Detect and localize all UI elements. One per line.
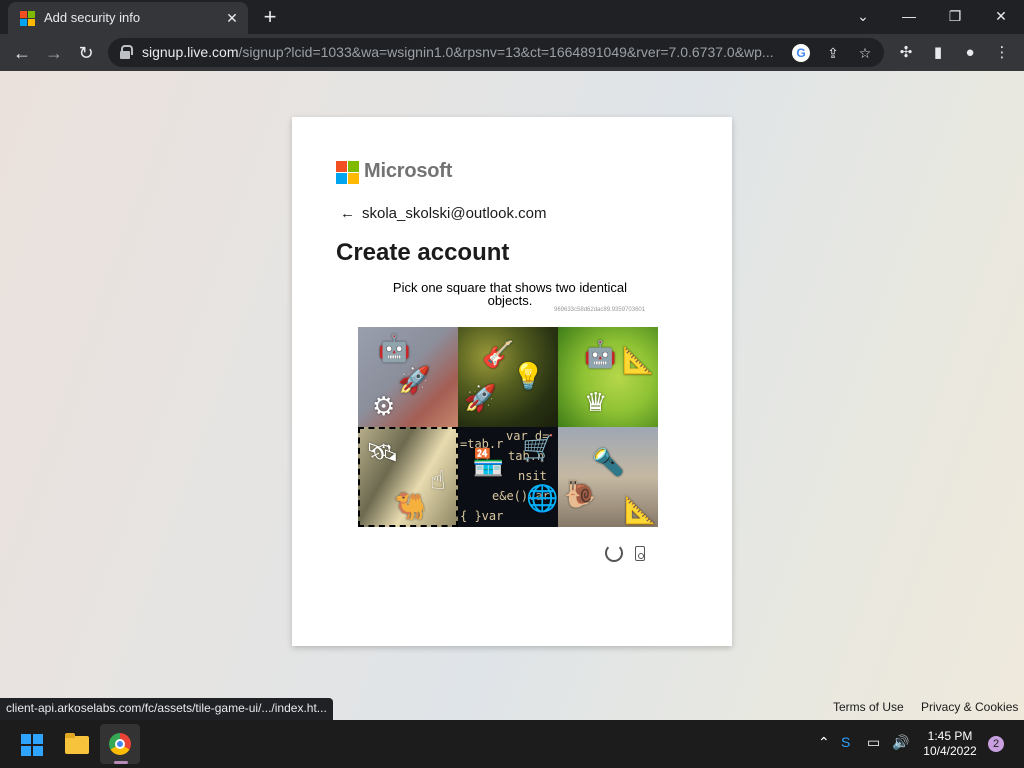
bulb-icon: 💡 [512, 361, 545, 391]
robot-icon: 🤖 [378, 333, 411, 363]
windows-logo-icon [21, 734, 43, 756]
skype-icon[interactable]: S [841, 734, 850, 750]
url-text[interactable]: signup.live.com/signup?lcid=1033&wa=wsig… [142, 44, 782, 60]
network-icon[interactable]: ▭ [867, 734, 880, 751]
captcha-tile-2[interactable]: 🎸 💡 🚀 [458, 327, 558, 427]
tab-title: Add security info [44, 10, 141, 25]
hand-icon: ☝ [430, 465, 446, 495]
privacy-link[interactable]: Privacy & Cookies [921, 700, 1018, 714]
volume-icon[interactable]: 🔊 [892, 734, 909, 751]
start-button[interactable] [12, 724, 52, 764]
robot-icon: 🤖 [584, 339, 617, 369]
address-bar[interactable]: signup.live.com/signup?lcid=1033&wa=wsig… [108, 38, 884, 67]
captcha-grid: 🤖 🚀 ⚙ 🎸 💡 🚀 🤖 📐 ♛ 🛰 🐫 ☝ var d= tab.n nsi… [358, 327, 658, 527]
identity-email: skola_skolski@outlook.com [362, 205, 547, 222]
globe-icon: 🌐 [526, 483, 558, 513]
refresh-icon[interactable] [605, 544, 623, 562]
share-icon[interactable]: ⇪ [822, 42, 844, 64]
guitar-icon: 🎸 [482, 339, 515, 369]
captcha-tile-4[interactable]: 🛰 🐫 ☝ [358, 427, 458, 527]
captcha-tile-6[interactable]: 🔦 🐌 📐 [558, 427, 658, 527]
ruler-icon: 📐 [624, 495, 657, 525]
chrome-taskbar-button[interactable] [100, 724, 140, 764]
microsoft-favicon-icon [20, 11, 35, 26]
gear-icon: ⚙ [372, 391, 396, 421]
rocket-icon: 🚀 [398, 365, 431, 395]
crown-icon: ♛ [584, 387, 608, 417]
page-content: Microsoft ← skola_skolski@outlook.com Cr… [0, 71, 1024, 720]
notification-badge[interactable]: 2 [988, 736, 1004, 752]
house-icon: 🏪 [472, 447, 505, 477]
captcha-prompt: Pick one square that shows two identical… [392, 280, 628, 308]
file-explorer-icon[interactable] [56, 724, 96, 764]
code-line-3: nsit [518, 469, 547, 483]
show-hidden-icons-icon[interactable]: ⌃ [818, 734, 830, 751]
url-host: signup.live.com [142, 44, 239, 60]
back-icon[interactable]: ← [8, 39, 36, 67]
lock-icon[interactable] [120, 45, 133, 59]
snail-icon: 🐌 [564, 479, 597, 509]
status-bar-url: client-api.arkoselabs.com/fc/assets/tile… [0, 698, 333, 720]
rocket-icon: 🚀 [464, 383, 497, 413]
captcha-tile-3[interactable]: 🤖 📐 ♛ [558, 327, 658, 427]
back-arrow-icon[interactable]: ← [340, 205, 355, 222]
close-window-icon[interactable]: ✕ [981, 2, 1021, 30]
restore-icon[interactable]: ❐ [935, 2, 975, 30]
captcha-tile-1[interactable]: 🤖 🚀 ⚙ [358, 327, 458, 427]
session-id: 969633c58d62dac89.9359703601 [554, 307, 646, 313]
terms-link[interactable]: Terms of Use [833, 700, 904, 714]
satellite-icon: 🛰 [366, 437, 400, 467]
forward-icon[interactable]: → [40, 39, 68, 67]
profile-icon[interactable]: ● [956, 39, 984, 67]
menu-icon[interactable]: ⋮ [988, 39, 1016, 67]
clock-time: 1:45 PM [927, 729, 973, 743]
browser-toolbar: ← → ↻ signup.live.com/signup?lcid=1033&w… [0, 34, 1024, 71]
page-title: Create account [336, 239, 510, 266]
browser-tab[interactable]: Add security info ✕ [8, 2, 248, 34]
minimize-icon[interactable]: — [889, 2, 929, 30]
ruler-icon: 📐 [622, 345, 655, 375]
bookmark-star-icon[interactable]: ☆ [854, 42, 876, 64]
google-icon[interactable]: G [792, 44, 810, 62]
tab-close-icon[interactable]: ✕ [222, 8, 242, 28]
microsoft-logo-icon [336, 161, 359, 184]
title-bar: Add security info ✕ + ⌄ — ❐ ✕ [0, 0, 1024, 34]
captcha-tile-5[interactable]: var d= tab.n nsit =tab.r e&e()var { }var… [458, 427, 558, 527]
clock-date: 10/4/2022 [923, 744, 977, 758]
signup-card: Microsoft ← skola_skolski@outlook.com Cr… [292, 117, 732, 646]
extensions-icon[interactable]: ✣ [892, 39, 920, 67]
flashlight-icon: 🔦 [592, 447, 625, 477]
cart-icon: 🛒 [522, 433, 555, 463]
chrome-icon [109, 733, 131, 755]
code-line-6: { }var [460, 509, 504, 523]
url-path: /signup?lcid=1033&wa=wsignin1.0&rpsnv=13… [238, 44, 774, 60]
camel-icon: 🐫 [394, 491, 427, 521]
side-panel-icon[interactable]: ▮ [924, 39, 952, 67]
active-app-indicator [114, 761, 128, 764]
tab-search-icon[interactable]: ⌄ [843, 2, 883, 30]
brand-name: Microsoft [364, 160, 453, 182]
audio-challenge-icon[interactable] [635, 546, 645, 561]
reload-icon[interactable]: ↻ [72, 39, 100, 67]
new-tab-button[interactable]: + [258, 5, 282, 29]
clock[interactable]: 1:45 PM 10/4/2022 [918, 729, 982, 759]
